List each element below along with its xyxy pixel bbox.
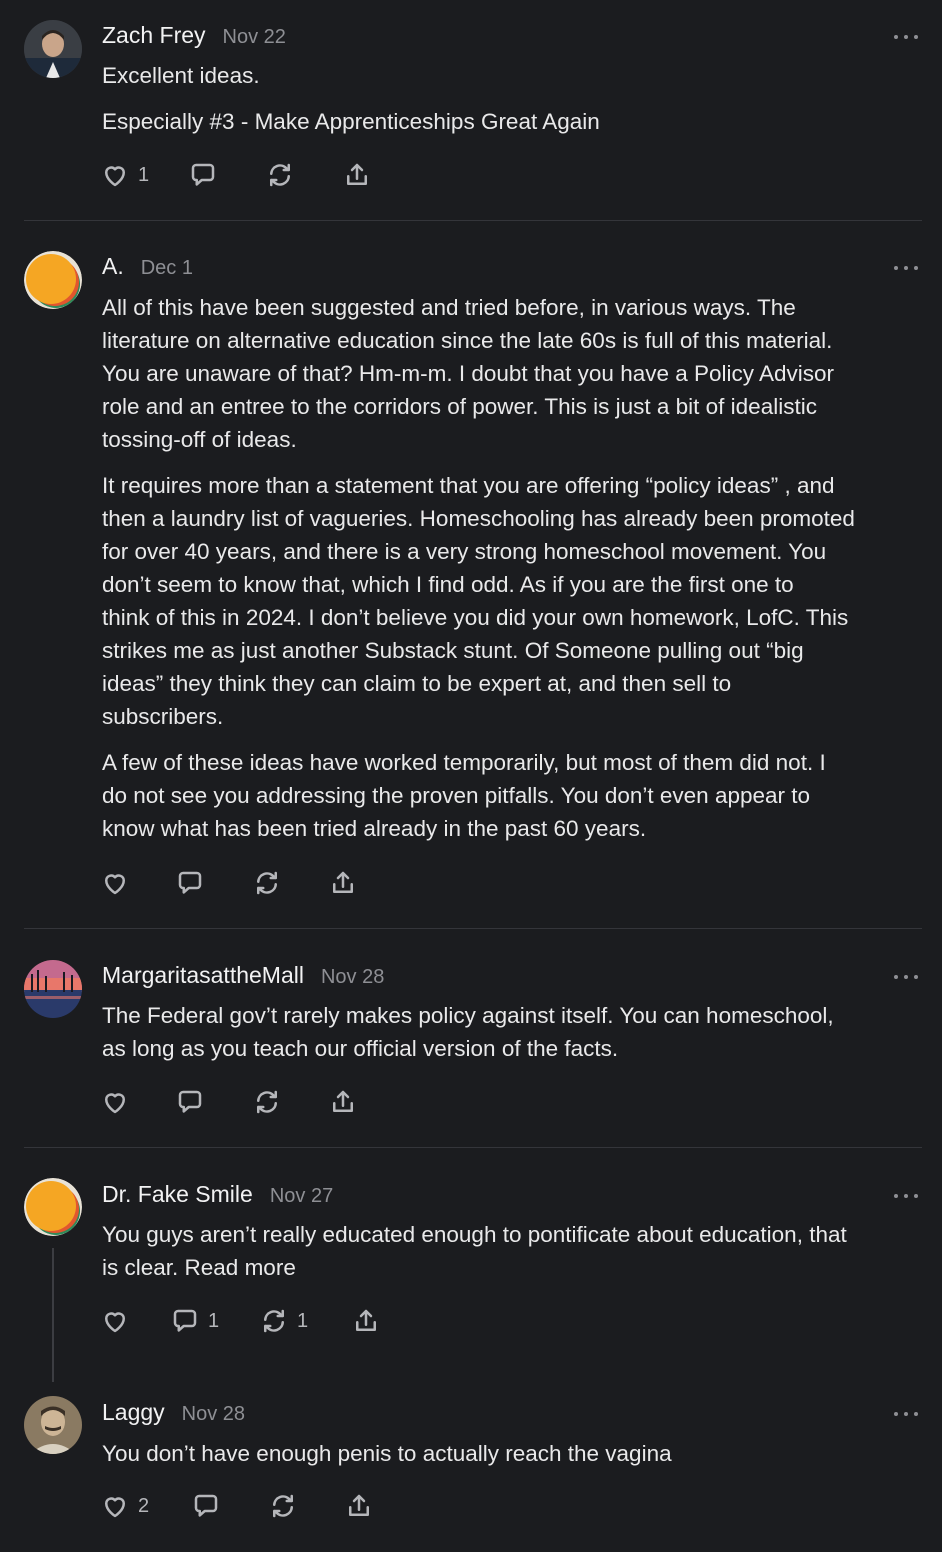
- comment-bubble-icon: [191, 163, 215, 186]
- author-name[interactable]: Dr. Fake Smile: [102, 1181, 253, 1208]
- author-name[interactable]: Laggy: [102, 1399, 165, 1426]
- reply-button[interactable]: 1: [170, 1305, 219, 1337]
- divider: [24, 1147, 922, 1148]
- restack-icon: [264, 1309, 284, 1333]
- like-button[interactable]: 2: [100, 1490, 149, 1522]
- reply-count: 1: [208, 1309, 220, 1332]
- restack-icon: [257, 871, 277, 895]
- comment-bubble-icon: [178, 871, 202, 894]
- reply-button[interactable]: [175, 867, 205, 899]
- restack-count: 1: [297, 1309, 309, 1332]
- comment-bubble-icon: [194, 1494, 218, 1517]
- share-icon: [349, 1494, 369, 1516]
- more-options-icon[interactable]: [894, 32, 918, 42]
- comment-paragraph[interactable]: You guys aren’t really educated enough t…: [102, 1218, 924, 1284]
- restack-icon: [270, 163, 290, 187]
- restack-icon: [273, 1494, 293, 1518]
- like-button[interactable]: [100, 1305, 130, 1337]
- like-button[interactable]: [100, 867, 130, 899]
- author-name[interactable]: A.: [102, 253, 124, 280]
- comment-paragraph: Excellent ideas.: [102, 63, 260, 88]
- reply-button[interactable]: [188, 159, 218, 191]
- share-button[interactable]: [344, 1490, 374, 1522]
- divider: [24, 928, 922, 929]
- comment-body: All of this have been suggested and trie…: [102, 291, 924, 858]
- share-icon: [356, 1309, 376, 1331]
- heart-icon: [105, 1312, 125, 1333]
- share-button[interactable]: [342, 159, 372, 191]
- heart-icon: [105, 1093, 125, 1114]
- comment-paragraph: It requires more than a statement that y…: [102, 473, 855, 729]
- heart-icon: [105, 1497, 125, 1518]
- avatar[interactable]: [24, 251, 82, 309]
- share-button[interactable]: [351, 1305, 381, 1337]
- share-icon: [347, 163, 367, 185]
- divider: [24, 220, 922, 221]
- restack-button[interactable]: [268, 1490, 298, 1522]
- heart-icon: [105, 874, 125, 895]
- reply-button[interactable]: [175, 1086, 205, 1118]
- author-name[interactable]: Zach Frey: [102, 22, 206, 49]
- comment-date[interactable]: Dec 1: [141, 257, 193, 280]
- comment-body: Excellent ideas. Especially #3 - Make Ap…: [102, 59, 924, 151]
- share-icon: [333, 871, 353, 893]
- thread-line: [52, 1248, 54, 1382]
- reply-button[interactable]: [191, 1490, 221, 1522]
- more-options-icon[interactable]: [894, 1409, 918, 1419]
- like-count: 2: [138, 1494, 150, 1517]
- share-button[interactable]: [328, 1086, 358, 1118]
- comment-body: You don’t have enough penis to actually …: [102, 1437, 924, 1483]
- avatar[interactable]: [24, 1178, 82, 1236]
- restack-button[interactable]: [252, 867, 282, 899]
- avatar[interactable]: [24, 20, 82, 78]
- comment-body: You guys aren’t really educated enough t…: [102, 1218, 924, 1297]
- comment-date[interactable]: Nov 28: [321, 966, 384, 989]
- restack-button[interactable]: [252, 1086, 282, 1118]
- restack-button[interactable]: 1: [259, 1305, 308, 1337]
- share-icon: [333, 1090, 353, 1112]
- comment-bubble-icon: [173, 1309, 197, 1332]
- comment-paragraph: The Federal gov’t rarely makes policy ag…: [102, 1003, 834, 1061]
- restack-button[interactable]: [265, 159, 295, 191]
- more-options-icon[interactable]: [894, 1191, 918, 1201]
- comment-date[interactable]: Nov 27: [270, 1185, 333, 1208]
- comment-bubble-icon: [178, 1090, 202, 1113]
- share-button[interactable]: [328, 867, 358, 899]
- heart-icon: [105, 166, 125, 187]
- more-options-icon[interactable]: [894, 972, 918, 982]
- like-count: 1: [138, 163, 150, 186]
- author-name[interactable]: MargaritasattheMall: [102, 962, 304, 989]
- comment-date[interactable]: Nov 22: [223, 26, 286, 49]
- comment-body: The Federal gov’t rarely makes policy ag…: [102, 999, 924, 1078]
- comment-date[interactable]: Nov 28: [182, 1403, 245, 1426]
- comment-paragraph: You don’t have enough penis to actually …: [102, 1441, 672, 1466]
- more-options-icon[interactable]: [894, 263, 918, 273]
- like-button[interactable]: 1: [100, 159, 149, 191]
- comment-paragraph: A few of these ideas have worked tempora…: [102, 750, 826, 841]
- avatar[interactable]: [24, 1396, 82, 1454]
- comment-paragraph: Especially #3 - Make Apprenticeships Gre…: [102, 109, 600, 134]
- comment-paragraph: All of this have been suggested and trie…: [102, 295, 835, 452]
- restack-icon: [257, 1090, 277, 1114]
- avatar[interactable]: [24, 960, 82, 1018]
- like-button[interactable]: [100, 1086, 130, 1118]
